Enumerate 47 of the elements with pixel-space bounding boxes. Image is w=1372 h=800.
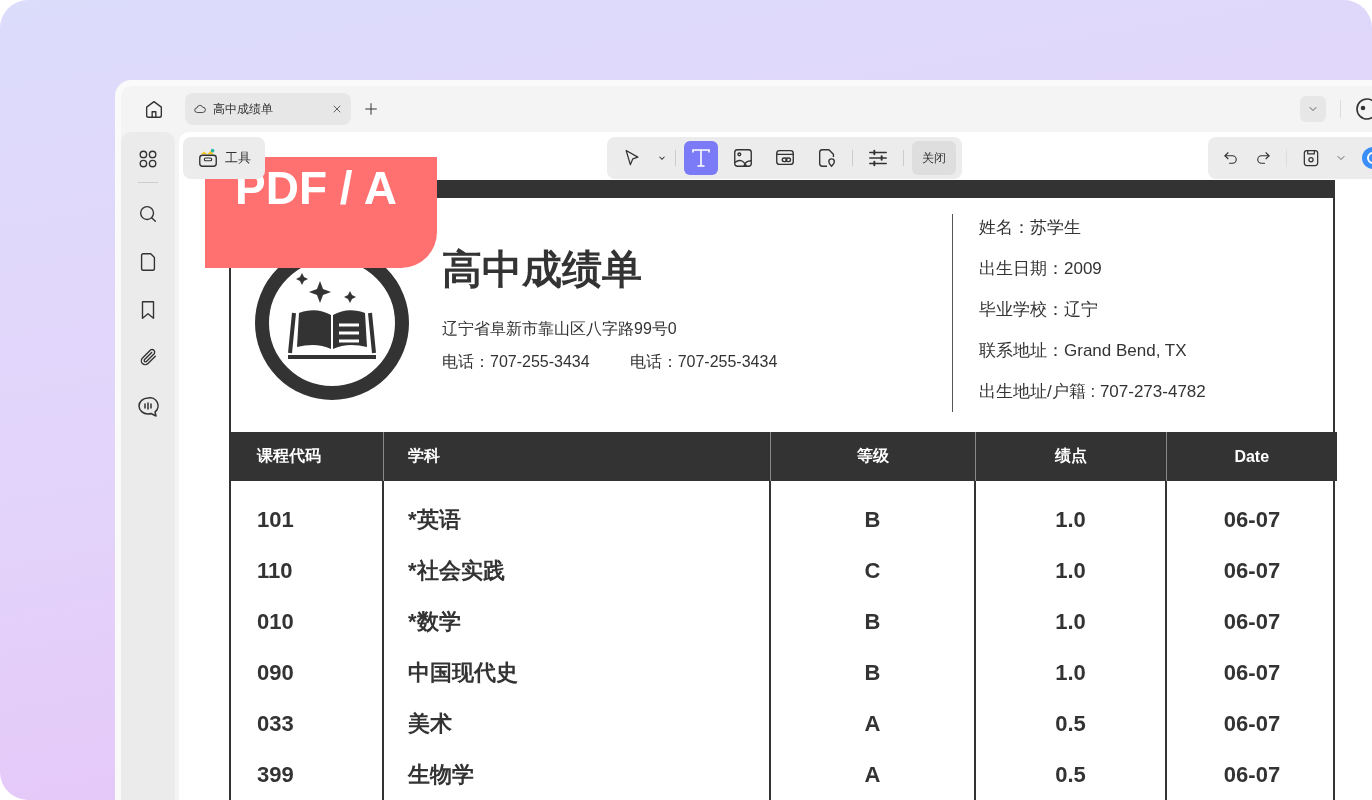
phone-text: 电话：707-255-3434 — [442, 352, 590, 372]
table-cell: A — [770, 749, 975, 800]
table-cell: 033 — [231, 698, 383, 749]
table-cell: 06-07 — [1166, 698, 1337, 749]
table-cell: 1.0 — [975, 596, 1166, 647]
column-header: 等级 — [770, 432, 975, 481]
table-cell: A — [770, 698, 975, 749]
table-cell: C — [770, 545, 975, 596]
info-text: 毕业学校：辽宁 — [979, 299, 1099, 321]
tab-title: 高中成绩单 — [213, 100, 274, 118]
table-cell: *数学 — [383, 596, 770, 647]
table-cell: B — [770, 481, 975, 545]
column-header: Date — [1166, 432, 1337, 481]
table-cell: 06-07 — [1166, 647, 1337, 698]
table-cell: B — [770, 596, 975, 647]
document-title: 高中成绩单 — [442, 246, 643, 293]
table-cell: 0.5 — [975, 698, 1166, 749]
info-text: 出生地址/户籍 : 707-273-4782 — [979, 381, 1206, 403]
table-cell: 1.0 — [975, 481, 1166, 545]
table-cell: 中国现代史 — [383, 647, 770, 698]
table-cell: 06-07 — [1166, 749, 1337, 800]
close-button[interactable]: 关闭 — [912, 141, 956, 175]
column-header: 学科 — [383, 432, 770, 481]
table-cell: 美术 — [383, 698, 770, 749]
table-cell: 101 — [231, 481, 383, 545]
table-cell: 06-07 — [1166, 481, 1337, 545]
info-text: 出生日期：2009 — [979, 258, 1103, 280]
address-text: 辽宁省阜新市靠山区八字路99号0 — [442, 319, 678, 339]
table-cell: *社会实践 — [383, 545, 770, 596]
table-cell: 生物学 — [383, 749, 770, 800]
table-cell: B — [770, 647, 975, 698]
table-cell: 090 — [231, 647, 383, 698]
table-cell: 1.0 — [975, 647, 1166, 698]
table-cell: 399 — [231, 749, 383, 800]
table-cell: 010 — [231, 596, 383, 647]
table-cell: 06-07 — [1166, 596, 1337, 647]
info-text: 姓名：苏学生 — [979, 217, 1082, 239]
document-tab[interactable]: 高中成绩单 — [185, 93, 351, 125]
table-cell: 0.5 — [975, 749, 1166, 800]
table-cell: 1.0 — [975, 545, 1166, 596]
table-cell: 06-07 — [1166, 545, 1337, 596]
info-text: 联系地址：Grand Bend, TX — [979, 340, 1188, 362]
phone-text: 电话：707-255-3434 — [629, 352, 778, 372]
table-cell: 110 — [231, 545, 383, 596]
column-header: 绩点 — [975, 432, 1166, 481]
column-header: 课程代码 — [231, 432, 383, 481]
table-cell: *英语 — [383, 481, 770, 545]
